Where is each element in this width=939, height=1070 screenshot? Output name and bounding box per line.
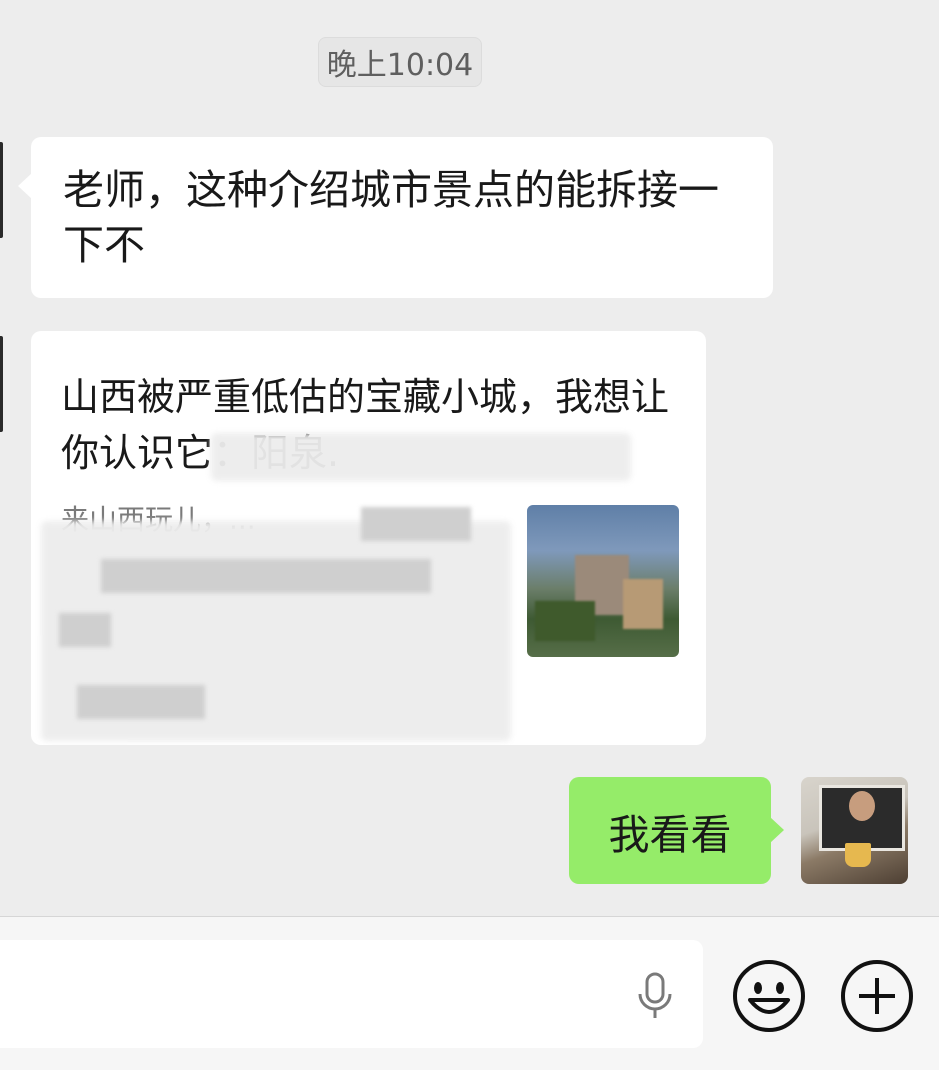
toolbar-divider [0,916,939,917]
contact-avatar[interactable] [0,336,3,432]
thumbnail-mosaic [535,601,595,641]
plus-icon[interactable] [839,958,915,1034]
microphone-icon[interactable] [635,972,675,1020]
article-card[interactable]: 山西被严重低估的宝藏小城，我想让你认识它：阳泉. 来山西玩儿，... [31,331,706,745]
redaction-mosaic [211,433,631,481]
thumbnail-mosaic [623,579,663,629]
bubble-tail [18,173,32,199]
chat-timestamp: 晚上10:04 [318,37,482,87]
redaction-mosaic [361,507,471,541]
avatar-photo-glass [845,843,871,867]
message-text: 老师，这种介绍城市景点的能拆接一下不 [63,166,719,269]
redaction-mosaic [59,613,111,647]
contact-avatar[interactable] [0,142,3,238]
bubble-tail [31,367,32,393]
emoji-icon[interactable] [731,958,807,1034]
avatar-photo-face [849,791,875,821]
redaction-mosaic [101,559,431,593]
message-input[interactable] [0,940,703,1048]
message-text: 我看看 [608,810,732,859]
article-thumbnail [527,505,679,657]
bubble-tail [770,817,784,843]
incoming-message-bubble[interactable]: 老师，这种介绍城市景点的能拆接一下不 [18,137,773,298]
redaction-mosaic [77,685,205,719]
outgoing-message-bubble[interactable]: 我看看 [569,777,784,884]
my-avatar[interactable] [801,777,908,884]
